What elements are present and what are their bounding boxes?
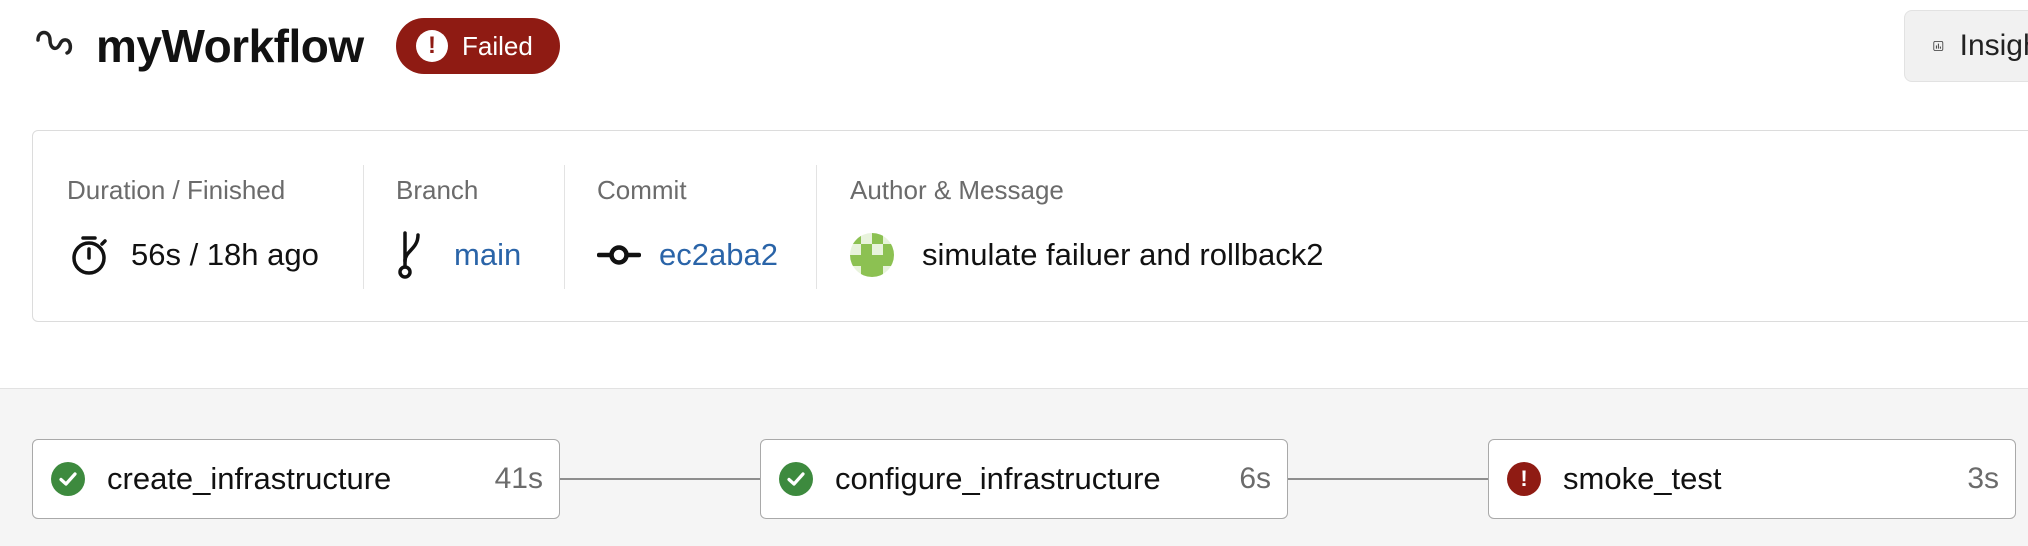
success-check-icon bbox=[51, 462, 85, 496]
insights-button[interactable]: Insights bbox=[1904, 10, 2028, 82]
duration-label: Duration / Finished bbox=[67, 175, 286, 205]
workflow-title: myWorkflow bbox=[96, 20, 364, 72]
avatar bbox=[850, 233, 894, 277]
failed-exclamation-icon: ! bbox=[1507, 462, 1541, 496]
duration-value-row: 56s / 18h ago bbox=[67, 227, 319, 283]
job-duration: 6s bbox=[1239, 462, 1271, 495]
commit-section: Commit ec2aba2 bbox=[597, 131, 827, 321]
branch-value-row: main bbox=[396, 227, 521, 283]
git-commit-icon bbox=[597, 245, 641, 265]
job-name: smoke_test bbox=[1563, 461, 1722, 496]
insights-label: Insights bbox=[1959, 29, 2028, 62]
job-node-configure-infrastructure[interactable]: configure_infrastructure 6s bbox=[760, 439, 1288, 519]
job-node-smoke-test[interactable]: ! smoke_test 3s bbox=[1488, 439, 2016, 519]
status-badge: ! Failed bbox=[396, 18, 560, 74]
job-duration: 41s bbox=[494, 462, 543, 495]
success-check-icon bbox=[779, 462, 813, 496]
stopwatch-icon bbox=[72, 236, 107, 275]
job-node-create-infrastructure[interactable]: create_infrastructure 41s bbox=[32, 439, 560, 519]
author-value-row: simulate failuer and rollback2 bbox=[850, 227, 1324, 283]
summary-divider bbox=[564, 165, 565, 289]
workflow-header: myWorkflow ! Failed Insights bbox=[0, 0, 2028, 110]
job-name: configure_infrastructure bbox=[835, 461, 1161, 496]
job-connector bbox=[1287, 478, 1489, 480]
branch-link[interactable]: main bbox=[454, 237, 521, 273]
exclamation-icon: ! bbox=[416, 30, 448, 62]
commit-value-row: ec2aba2 bbox=[597, 227, 778, 283]
branch-section: Branch main bbox=[396, 131, 566, 321]
summary-divider bbox=[816, 165, 817, 289]
duration-value: 56s / 18h ago bbox=[131, 237, 319, 272]
commit-label: Commit bbox=[597, 175, 687, 205]
author-section: Author & Message simulate failuer and ro… bbox=[850, 131, 1550, 321]
workflow-squiggle-icon bbox=[36, 30, 73, 55]
branch-label: Branch bbox=[396, 175, 479, 205]
pipeline-graph: create_infrastructure 41s configure_infr… bbox=[0, 388, 2028, 546]
commit-message: simulate failuer and rollback2 bbox=[922, 237, 1324, 272]
job-name: create_infrastructure bbox=[107, 461, 392, 496]
status-label: Failed bbox=[462, 30, 533, 61]
job-connector bbox=[559, 478, 761, 480]
summary-divider bbox=[363, 165, 364, 289]
author-label: Author & Message bbox=[850, 175, 1064, 205]
workflow-summary-card: Duration / Finished 56s / 18h ago Branch… bbox=[32, 130, 2028, 322]
job-duration: 3s bbox=[1967, 462, 1999, 495]
git-branch-icon bbox=[398, 231, 420, 279]
bar-chart-icon bbox=[1933, 41, 1944, 51]
duration-section: Duration / Finished 56s / 18h ago bbox=[67, 131, 367, 321]
commit-link[interactable]: ec2aba2 bbox=[659, 237, 778, 273]
